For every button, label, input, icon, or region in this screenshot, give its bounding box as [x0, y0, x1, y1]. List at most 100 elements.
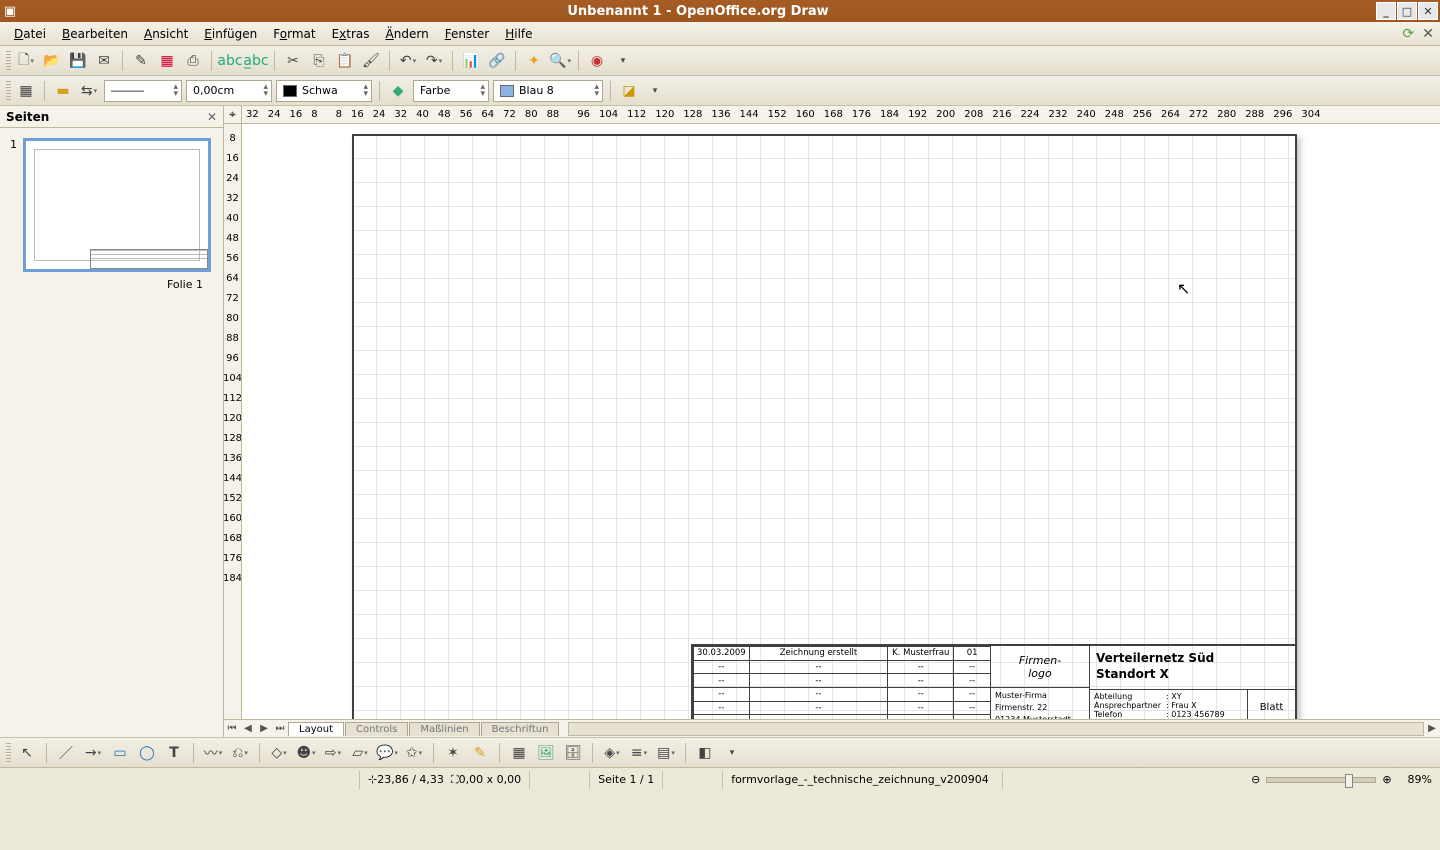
points-tool[interactable]: ✶	[442, 742, 464, 764]
pdf-export-button[interactable]: ▦	[156, 50, 178, 72]
effects-tool[interactable]: ◈	[601, 742, 623, 764]
new-button[interactable]: 🗋	[15, 50, 37, 72]
fontwork-tool[interactable]: ▦	[508, 742, 530, 764]
tab-first-button[interactable]: ⏮	[224, 723, 240, 734]
align-tool[interactable]: ≡	[628, 742, 650, 764]
format-paintbrush-button[interactable]: 🖌	[360, 50, 382, 72]
arrange-tool[interactable]: ▤	[655, 742, 677, 764]
fill-color-combo[interactable]: Blau 8▴▾	[493, 80, 603, 102]
title-block[interactable]: 30.03.2009Zeichnung erstelltK. Musterfra…	[691, 644, 1297, 719]
mail-button[interactable]: ✉	[93, 50, 115, 72]
shadow-button[interactable]: ◪	[618, 80, 640, 102]
undo-button[interactable]: ↶	[397, 50, 419, 72]
window-title: Unbenannt 1 - OpenOffice.org Draw	[20, 4, 1376, 19]
area-style-icon[interactable]: ◆	[387, 80, 409, 102]
paste-button[interactable]: 📋	[334, 50, 356, 72]
close-window-button[interactable]: ✕	[1418, 2, 1438, 20]
update-icon[interactable]: ⟳	[1403, 26, 1415, 42]
copy-button[interactable]: ⎘	[308, 50, 330, 72]
toolbar-grip[interactable]	[6, 51, 11, 71]
toolbar-overflow[interactable]: ▾	[721, 742, 743, 764]
flowchart-tool[interactable]: ▱	[349, 742, 371, 764]
menu-ansicht[interactable]: Ansicht	[136, 24, 196, 44]
tab-controls[interactable]: Controls	[345, 722, 408, 736]
tab-layout[interactable]: Layout	[288, 722, 344, 736]
status-zoom[interactable]: 89%	[1400, 771, 1440, 789]
chart-button[interactable]: 📊	[460, 50, 482, 72]
maximize-button[interactable]: □	[1397, 2, 1417, 20]
close-panel-icon[interactable]: ✕	[207, 110, 217, 124]
open-button[interactable]: 📂	[41, 50, 63, 72]
autospell-button[interactable]: a̲bc	[245, 50, 267, 72]
zoom-button[interactable]: 🔍	[549, 50, 571, 72]
select-tool[interactable]: ↖	[16, 742, 38, 764]
tab-masslinien[interactable]: Maßlinien	[409, 722, 479, 736]
menu-datei[interactable]: Datei	[6, 24, 54, 44]
basic-shapes-tool[interactable]: ◇	[268, 742, 290, 764]
zoom-in-button[interactable]: ⊕	[1382, 773, 1391, 786]
zoom-out-button[interactable]: ⊖	[1251, 773, 1260, 786]
menu-bearbeiten[interactable]: Bearbeiten	[54, 24, 136, 44]
zoom-slider[interactable]	[1266, 777, 1376, 783]
line-color-combo[interactable]: Schwa▴▾	[276, 80, 372, 102]
sheet-tabs: ⏮ ◀ ▶ ⏭ Layout Controls Maßlinien Beschr…	[224, 719, 1440, 737]
toolbar-grip[interactable]	[6, 743, 11, 763]
arrange-button[interactable]: ▦	[15, 80, 37, 102]
menu-hilfe[interactable]: Hilfe	[497, 24, 540, 44]
tab-next-button[interactable]: ▶	[256, 723, 272, 734]
menu-fenster[interactable]: Fenster	[437, 24, 498, 44]
menu-extras[interactable]: Extras	[324, 24, 378, 44]
ellipse-tool[interactable]: ◯	[136, 742, 158, 764]
edit-button[interactable]: ✎	[130, 50, 152, 72]
toolbar-overflow[interactable]: ▾	[612, 50, 634, 72]
line-tool[interactable]: ／	[55, 742, 77, 764]
menu-format[interactable]: Format	[265, 24, 323, 44]
cut-button[interactable]: ✂	[282, 50, 304, 72]
line-style-combo[interactable]: ―――▴▾	[104, 80, 182, 102]
spellcheck-button[interactable]: abc	[219, 50, 241, 72]
fill-mode-combo[interactable]: Farbe▴▾	[413, 80, 489, 102]
from-file-tool[interactable]: 🖼	[535, 742, 557, 764]
help-button[interactable]: ◉	[586, 50, 608, 72]
toolbar-overflow[interactable]: ▾	[644, 80, 666, 102]
minimize-button[interactable]: _	[1376, 2, 1396, 20]
scroll-right-button[interactable]: ▶	[1424, 723, 1440, 734]
hyperlink-button[interactable]: 🔗	[486, 50, 508, 72]
line-width-combo[interactable]: 0,00cm▴▾	[186, 80, 272, 102]
close-doc-icon[interactable]: ✕	[1422, 26, 1434, 42]
project-title: Verteilernetz Süd Standort X	[1090, 646, 1295, 690]
slide-thumbnail[interactable]	[23, 138, 211, 272]
toolbar-grip[interactable]	[6, 81, 11, 101]
curve-tool[interactable]: 〰	[202, 742, 224, 764]
line-style-icon[interactable]: ▬	[52, 80, 74, 102]
menu-einfuegen[interactable]: Einfügen	[196, 24, 265, 44]
gallery-tool[interactable]: 🗄	[562, 742, 584, 764]
menu-aendern[interactable]: Ändern	[378, 24, 437, 44]
gluepoints-tool[interactable]: ✎	[469, 742, 491, 764]
tab-beschriftung[interactable]: Beschriftun	[481, 722, 560, 736]
arrow-style-button[interactable]: ⇆	[78, 80, 100, 102]
arrow-tool[interactable]: →	[82, 742, 104, 764]
print-button[interactable]: ⎙	[182, 50, 204, 72]
rectangle-tool[interactable]: ▭	[109, 742, 131, 764]
horizontal-scrollbar[interactable]	[568, 722, 1424, 736]
changes-table: 30.03.2009Zeichnung erstelltK. Musterfra…	[693, 646, 991, 719]
tab-last-button[interactable]: ⏭	[272, 723, 288, 734]
horizontal-ruler[interactable]: 3224168816243240485664728088961041121201…	[242, 106, 1440, 124]
stars-tool[interactable]: ✩	[403, 742, 425, 764]
navigator-button[interactable]: ✦	[523, 50, 545, 72]
page[interactable]: 30.03.2009Zeichnung erstelltK. Musterfra…	[352, 134, 1297, 719]
block-arrows-tool[interactable]: ⇨	[322, 742, 344, 764]
project-meta: Abteilung: XYAnsprechpartner: Frau XTele…	[1090, 690, 1247, 719]
tab-prev-button[interactable]: ◀	[240, 723, 256, 734]
drawing-canvas[interactable]: 30.03.2009Zeichnung erstelltK. Musterfra…	[242, 124, 1440, 719]
vertical-ruler[interactable]: 8162432404856647280889610411212012813614…	[224, 124, 242, 719]
redo-button[interactable]: ↷	[423, 50, 445, 72]
connector-tool[interactable]: ⎌	[229, 742, 251, 764]
callouts-tool[interactable]: 💬	[376, 742, 398, 764]
text-tool[interactable]: T	[163, 742, 185, 764]
save-button[interactable]: 💾	[67, 50, 89, 72]
symbol-shapes-tool[interactable]: ☻	[295, 742, 317, 764]
extrusion-tool[interactable]: ◧	[694, 742, 716, 764]
ruler-corner[interactable]: ⌖	[224, 106, 242, 124]
